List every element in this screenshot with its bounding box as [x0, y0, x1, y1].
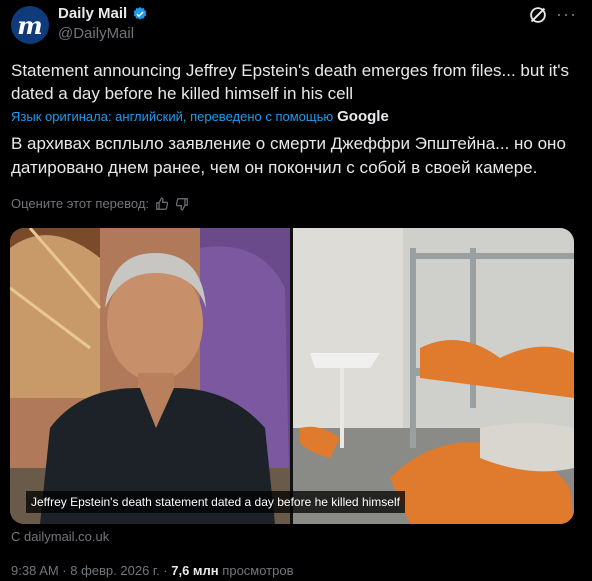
translation-info-text[interactable]: Язык оригинала: английский, переведено с…: [11, 109, 333, 124]
more-icon[interactable]: ···: [556, 4, 582, 26]
rate-translation: Оцените этот перевод:: [11, 196, 189, 211]
translation-info: Язык оригинала: английский, переведено с…: [11, 108, 389, 125]
link-card-image[interactable]: Jeffrey Epstein's death statement dated …: [10, 228, 574, 524]
grok-icon[interactable]: [527, 4, 549, 26]
display-name[interactable]: Daily Mail: [58, 5, 127, 22]
views-label: просмотров: [222, 563, 294, 578]
tweet-meta: 9:38 AM · 8 февр. 2026 г. · 7,6 млн прос…: [11, 563, 294, 578]
avatar[interactable]: m: [11, 6, 49, 44]
card-caption: Jeffrey Epstein's death statement dated …: [26, 491, 405, 513]
author-name-row: Daily Mail: [58, 5, 148, 22]
views-count: 7,6 млн: [171, 563, 219, 578]
translated-text: В архивах всплыло заявление о смерти Дже…: [11, 134, 566, 177]
timestamp[interactable]: 9:38 AM · 8 февр. 2026 г. ·: [11, 563, 168, 578]
card-source[interactable]: С dailymail.co.uk: [11, 529, 109, 544]
rate-translation-label: Оцените этот перевод:: [11, 196, 150, 211]
thumbs-up-icon[interactable]: [155, 197, 169, 211]
verified-badge-icon: [133, 6, 147, 20]
card-photo: [10, 228, 574, 524]
handle[interactable]: @DailyMail: [58, 25, 134, 42]
google-logo: Google: [337, 108, 389, 125]
tweet-text: Statement announcing Jeffrey Epstein's d…: [11, 61, 570, 103]
thumbs-down-icon[interactable]: [175, 197, 189, 211]
